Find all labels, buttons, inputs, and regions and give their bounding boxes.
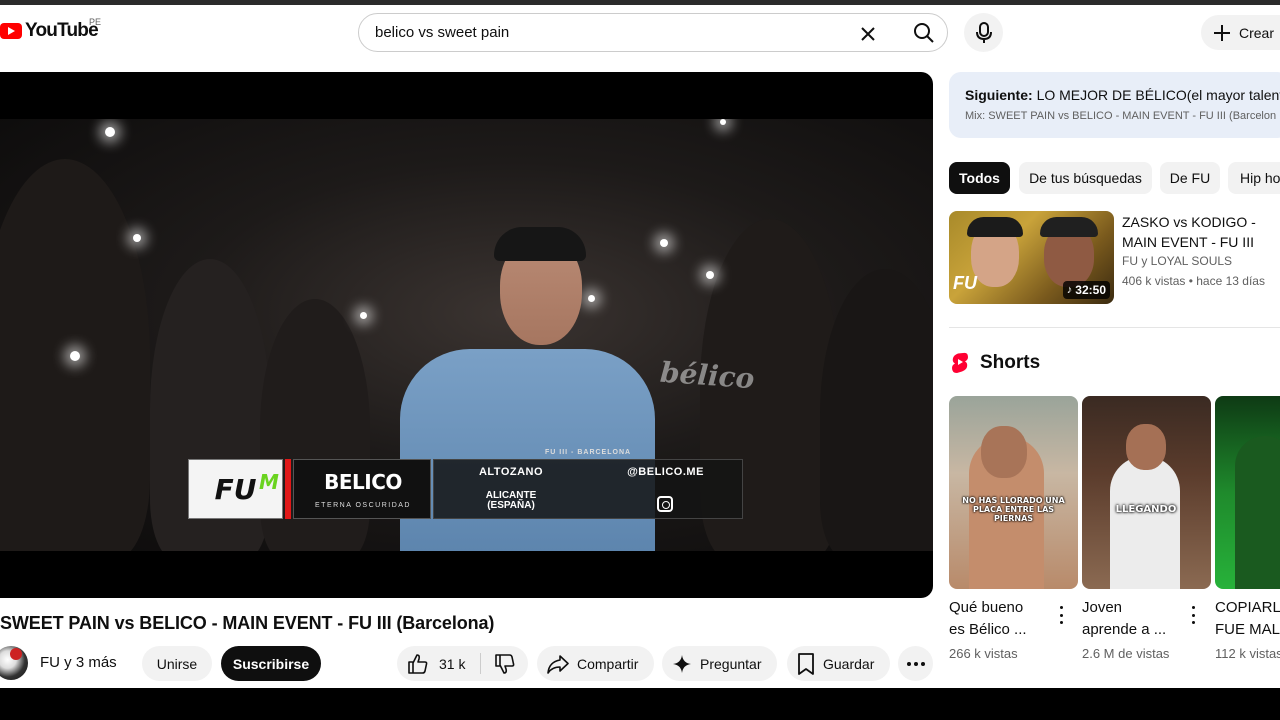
- mc-name-box: BELICO ETERNA OSCURIDAD: [293, 459, 431, 519]
- recommended-channel[interactable]: FU y LOYAL SOULS: [1122, 254, 1232, 268]
- country-code: PE: [89, 17, 102, 27]
- plus-icon: [1214, 24, 1230, 41]
- short-thumbnail-1[interactable]: NO HAS LLORADO UNA PLACA ENTRE LAS PIERN…: [949, 396, 1078, 589]
- mc-tagline: ETERNA OSCURIDAD: [315, 502, 411, 509]
- short-title-3[interactable]: COPIARL FUE MAL: [1215, 597, 1280, 641]
- recommended-title[interactable]: ZASKO vs KODIGO - MAIN EVENT - FU III (B…: [1122, 212, 1280, 252]
- fu-logo: FU M: [188, 459, 283, 519]
- subscribe-button[interactable]: Suscribirse: [221, 646, 321, 681]
- thumb-fu-logo: FU: [953, 273, 977, 293]
- thumbs-down-icon: [494, 653, 514, 674]
- instagram-handle: @BELICO.ME: [627, 466, 704, 478]
- chip-hip-hop[interactable]: Hip ho: [1228, 162, 1280, 194]
- short-views-1: 266 k vistas: [949, 646, 1018, 661]
- video-duration: ♪ 32:50: [1062, 281, 1110, 299]
- video-player[interactable]: bélico FU III - BARCELONA FU M BELICO ET…: [0, 72, 933, 598]
- short-views-3: 112 k vistas: [1215, 646, 1280, 661]
- short-person: [1110, 456, 1180, 589]
- share-icon: [547, 654, 569, 674]
- phone-light: [588, 295, 595, 302]
- like-button[interactable]: 31 k: [397, 646, 480, 681]
- place-1: ALTOZANO: [478, 466, 544, 478]
- search-icon: [913, 22, 934, 43]
- monster-logo-icon: M: [259, 470, 279, 494]
- save-button[interactable]: Guardar: [787, 646, 890, 681]
- save-label: Guardar: [823, 655, 875, 672]
- like-dislike-group: 31 k: [397, 646, 528, 681]
- thumb-cap-right: [1040, 217, 1098, 237]
- search-button[interactable]: [899, 14, 948, 51]
- short-title-2[interactable]: Joven aprende a ...: [1082, 597, 1166, 641]
- share-label: Compartir: [577, 655, 639, 672]
- video-title: SWEET PAIN vs BELICO - MAIN EVENT - FU I…: [0, 613, 495, 633]
- chip-todos[interactable]: Todos: [949, 162, 1010, 194]
- rapper-cap: [494, 227, 586, 261]
- up-next-panel[interactable]: Siguiente: LO MEJOR DE BÉLICO(el mayor t…: [949, 72, 1280, 138]
- chip-de-tus-busquedas[interactable]: De tus búsquedas: [1019, 162, 1152, 194]
- red-divider: [285, 459, 291, 519]
- ask-label: Preguntar: [700, 655, 762, 672]
- shorts-heading: Shorts: [980, 352, 1041, 373]
- phone-light: [360, 312, 367, 319]
- short-person: [1235, 436, 1280, 589]
- thumb-cap-left: [967, 217, 1023, 237]
- window-bottom-strip: [0, 688, 1280, 720]
- search-input[interactable]: belico vs sweet pain: [375, 24, 509, 41]
- channel-name[interactable]: FU y 3 más: [40, 654, 117, 671]
- youtube-play-icon: [0, 23, 22, 39]
- banner-text: bélico: [658, 355, 756, 396]
- share-button[interactable]: Compartir: [537, 646, 654, 681]
- phone-light: [660, 239, 668, 247]
- create-button[interactable]: Crear: [1201, 15, 1280, 50]
- short-more-icon[interactable]: [1189, 606, 1197, 624]
- place-2: ALICANTE (ESPAÑA): [485, 490, 537, 511]
- window-top-strip: [0, 0, 1280, 5]
- recommended-thumbnail[interactable]: FU ♪ 32:50: [949, 211, 1114, 304]
- street-light: [720, 119, 726, 125]
- sparkle-icon: [673, 654, 691, 673]
- short-thumbnail-3[interactable]: [1215, 396, 1280, 589]
- shorts-icon: [952, 352, 968, 373]
- microphone-icon: [975, 21, 992, 43]
- short-title-1[interactable]: Qué bueno es Bélico ...: [949, 597, 1027, 641]
- more-actions-button[interactable]: [898, 646, 933, 681]
- section-divider: [949, 327, 1280, 328]
- create-label: Crear: [1239, 24, 1275, 41]
- channel-avatar[interactable]: [0, 646, 28, 680]
- short-caption-1: NO HAS LLORADO UNA PLACA ENTRE LAS PIERN…: [962, 496, 1065, 523]
- clear-search-icon[interactable]: [854, 20, 882, 48]
- more-horizontal-icon: [906, 661, 925, 666]
- up-next-mix: Mix: SWEET PAIN vs BELICO - MAIN EVENT -…: [965, 110, 1277, 122]
- short-person-head: [1126, 424, 1166, 470]
- search-bar[interactable]: belico vs sweet pain: [358, 13, 948, 52]
- event-label: FU III - BARCELONA: [545, 449, 632, 456]
- phone-light: [706, 271, 714, 279]
- youtube-logo[interactable]: YouTube: [0, 20, 99, 42]
- instagram-icon: [657, 496, 673, 512]
- ask-button[interactable]: Preguntar: [662, 646, 777, 681]
- mc-name: BELICO: [324, 470, 402, 494]
- chip-de-fu[interactable]: De FU: [1160, 162, 1220, 194]
- short-more-icon[interactable]: [1057, 606, 1065, 624]
- up-next-title: Siguiente: LO MEJOR DE BÉLICO(el mayor t…: [965, 87, 1280, 103]
- phone-light: [105, 127, 115, 137]
- crowd-far-right: [820, 269, 933, 551]
- short-views-2: 2.6 M de vistas: [1082, 646, 1170, 661]
- bookmark-icon: [798, 652, 814, 675]
- logo-text: YouTube: [25, 20, 99, 41]
- youtube-watch-page: YouTube PE belico vs sweet pain Crear bé…: [0, 0, 1280, 720]
- recommended-meta: 406 k vistas • hace 13 días: [1122, 274, 1265, 288]
- short-thumbnail-2[interactable]: LLEGANDO: [1082, 396, 1211, 589]
- music-note-icon: ♪: [1066, 284, 1073, 296]
- thumbs-up-icon: [408, 653, 428, 674]
- dislike-button[interactable]: [481, 646, 528, 681]
- short-person-head: [981, 426, 1027, 478]
- like-count: 31 k: [439, 655, 466, 672]
- join-button[interactable]: Unirse: [142, 646, 212, 681]
- name-lower-third: FU III - BARCELONA FU M BELICO ETERNA OS…: [188, 449, 743, 519]
- phone-light: [70, 351, 80, 361]
- voice-search-button[interactable]: [964, 13, 1003, 52]
- short-caption-2: LLEGANDO: [1115, 504, 1177, 515]
- phone-light: [133, 234, 141, 242]
